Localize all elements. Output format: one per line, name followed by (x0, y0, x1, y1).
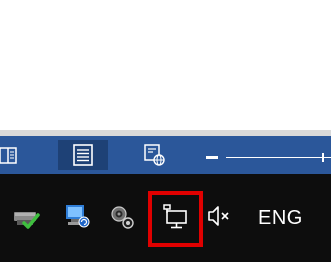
zoom-slider-track[interactable] (226, 157, 331, 158)
document-page[interactable] (0, 0, 331, 130)
language-indicator[interactable]: ENG (258, 206, 303, 230)
web-layout-button[interactable] (134, 140, 174, 170)
read-mode-icon (0, 147, 17, 164)
speaker-settings-tray-button[interactable] (108, 202, 136, 230)
read-mode-button[interactable] (0, 140, 24, 170)
screen: ENG (0, 0, 331, 262)
volume-muted-icon (208, 206, 229, 226)
sync-tray-button[interactable] (62, 202, 90, 230)
print-layout-icon (73, 144, 93, 166)
zoom-out-button[interactable] (206, 156, 218, 159)
zoom-slider-thumb[interactable] (322, 153, 324, 162)
printer-check-icon (14, 212, 40, 229)
web-layout-icon (144, 144, 165, 166)
printer-tray-button[interactable] (12, 202, 40, 230)
print-layout-button[interactable] (58, 140, 108, 170)
network-sync-icon (66, 205, 90, 228)
document-area (0, 0, 331, 136)
highlight-box (148, 191, 203, 247)
volume-tray-button[interactable] (206, 202, 234, 230)
speaker-settings-icon (111, 206, 134, 229)
